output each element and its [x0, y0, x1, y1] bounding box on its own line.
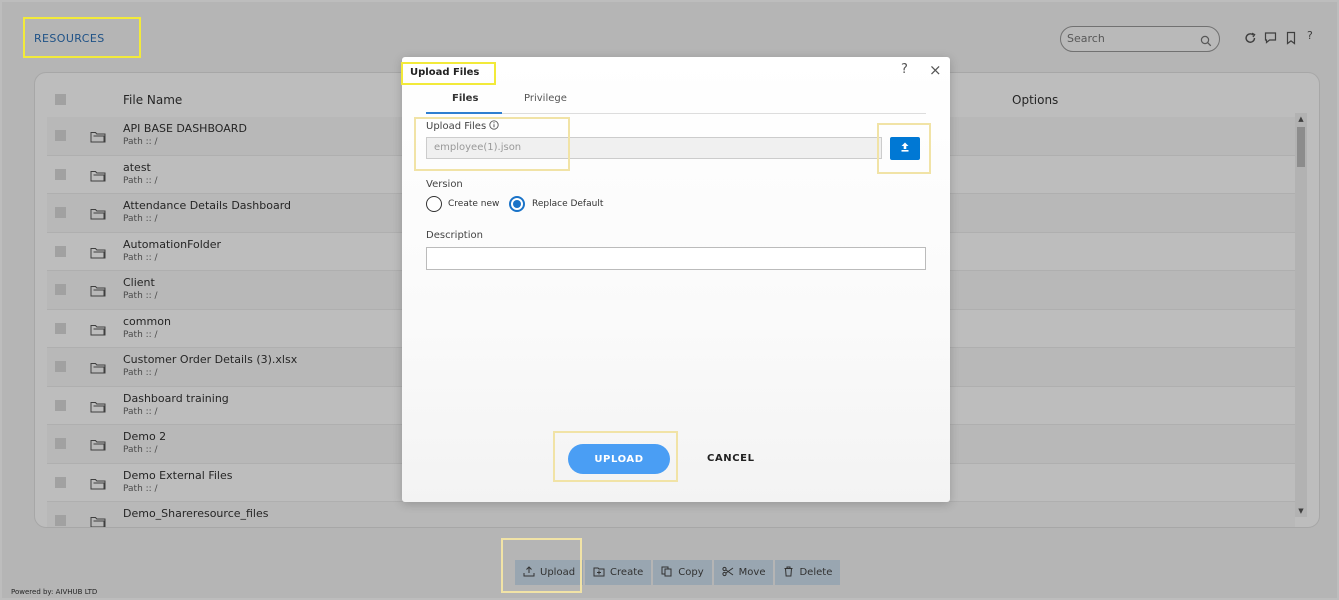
- info-icon: [489, 120, 500, 132]
- active-tab-indicator: [426, 112, 502, 114]
- upload-files-label: Upload Files: [426, 120, 500, 132]
- dialog-help-icon[interactable]: ?: [901, 62, 908, 77]
- radio-create-new[interactable]: [426, 196, 442, 212]
- radio-create-new-label[interactable]: Create new: [448, 199, 499, 209]
- radio-replace-default-label[interactable]: Replace Default: [532, 199, 603, 209]
- tab-files[interactable]: Files: [452, 93, 478, 104]
- version-label: Version: [426, 179, 463, 190]
- upload-files-dialog: Upload Files ? × Files Privilege Upload …: [402, 57, 950, 502]
- dialog-title: Upload Files: [410, 67, 480, 78]
- close-icon[interactable]: ×: [929, 61, 942, 79]
- dialog-tabs: Files Privilege: [426, 88, 926, 114]
- description-label: Description: [426, 230, 483, 241]
- browse-file-button[interactable]: [890, 137, 920, 160]
- cancel-button[interactable]: CANCEL: [707, 453, 755, 464]
- upload-arrow-icon: [899, 141, 911, 156]
- tab-privilege[interactable]: Privilege: [524, 93, 567, 104]
- radio-replace-default[interactable]: [509, 196, 525, 212]
- upload-submit-button[interactable]: UPLOAD: [568, 444, 670, 474]
- description-input[interactable]: [426, 247, 926, 270]
- file-name-field[interactable]: employee(1).json: [426, 137, 882, 159]
